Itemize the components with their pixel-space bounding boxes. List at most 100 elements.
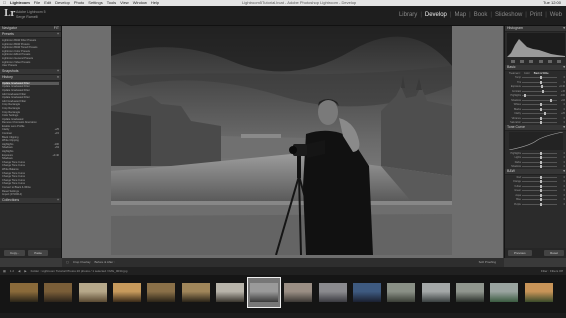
slider-track[interactable] [522,107,557,111]
source-path[interactable]: Folder : Lightroom Tutorial Photos 20 ph… [31,267,128,275]
slider-value[interactable]: 0 [558,189,565,192]
slider-value[interactable]: 0 [558,156,565,159]
slider-track[interactable] [522,180,557,184]
slider-knob[interactable] [539,76,542,80]
slider-value[interactable]: +25 [558,112,565,115]
slider-track[interactable] [522,116,557,120]
slider-track[interactable] [522,193,557,197]
slider-track[interactable] [522,189,557,193]
slider-knob[interactable] [539,80,542,84]
slider-knob[interactable] [542,89,545,93]
collapse-icon[interactable]: ▾ [563,65,565,70]
filmstrip-thumbnail[interactable] [488,278,520,307]
slider-track[interactable] [522,156,557,160]
reset-button[interactable]: Reset [544,250,564,256]
crop-overlay-label[interactable]: Crop Overlay [73,258,91,267]
slider-track[interactable] [522,85,557,89]
module-library[interactable]: Library [399,12,417,18]
forward-icon[interactable]: ▶ [24,267,26,275]
slider-value[interactable]: 0 [558,165,565,168]
loupe-icon[interactable]: ▢ [66,258,69,267]
slider-knob[interactable] [539,116,542,120]
slider-knob[interactable] [539,103,542,107]
slider-value[interactable]: 0 [558,152,565,155]
slider-value[interactable]: 0 [558,117,565,120]
slider-knob[interactable] [541,85,544,89]
slider-track[interactable] [522,184,557,188]
slider-value[interactable]: 0 [558,176,565,179]
photo-canvas[interactable] [111,26,452,255]
paste-button[interactable]: Paste [28,250,48,256]
slider-track[interactable] [522,76,557,80]
filmstrip-thumbnail[interactable] [180,278,212,307]
radial-filter-icon[interactable] [547,60,552,63]
slider-value[interactable]: 0 [558,203,565,206]
slider-value[interactable]: 0 [558,121,565,124]
slider-value[interactable]: 0 [558,161,565,164]
slider-value[interactable]: +15 [558,90,565,93]
spot-removal-icon[interactable] [519,60,524,63]
module-develop[interactable]: Develop [425,12,447,18]
slider-value[interactable]: 0 [558,194,565,197]
slider-value[interactable]: +63 [558,99,565,102]
add-preset-icon[interactable]: + [57,32,59,37]
slider-knob[interactable] [539,193,542,197]
filmstrip-thumbnail[interactable] [282,278,314,307]
page-numbers[interactable]: 1 2 [10,267,14,275]
collapse-icon[interactable]: ▾ [563,169,565,174]
filmstrip-thumbnail[interactable] [77,278,109,307]
slider-knob[interactable] [539,156,542,160]
slider-track[interactable] [522,80,557,84]
slider-track[interactable] [522,112,557,116]
slider-knob[interactable] [539,184,542,188]
slider-track[interactable] [522,198,557,202]
slider-value[interactable]: 0 [558,198,565,201]
slider-knob[interactable] [539,151,542,155]
red-eye-icon[interactable] [529,60,534,63]
filmstrip-thumbnail[interactable] [385,278,417,307]
slider-value[interactable]: -100 [558,94,565,97]
filmstrip-thumbnail[interactable] [42,278,74,307]
filmstrip-thumbnail[interactable] [8,278,40,307]
slider-knob[interactable] [539,160,542,164]
preset-folder[interactable]: User Presets [2,64,59,68]
tone-curve-graph[interactable] [508,131,564,151]
slider-knob[interactable] [539,165,542,169]
slider-track[interactable] [522,121,557,125]
graduated-filter-icon[interactable] [538,60,543,63]
slider-value[interactable]: 0 [558,180,565,183]
previous-button[interactable]: Previous [508,250,532,256]
histogram-header[interactable]: Histogram ▾ [505,26,566,32]
add-snapshot-icon[interactable]: + [57,69,59,74]
filmstrip-thumbnail[interactable] [145,278,177,307]
module-map[interactable]: Map [454,12,466,18]
slider-track[interactable] [522,202,557,206]
slider-knob[interactable] [539,180,542,184]
filmstrip-thumbnail[interactable] [454,278,486,307]
slider-track[interactable] [522,98,557,102]
collapse-icon[interactable]: ▾ [563,125,565,130]
navigator-zoom[interactable]: FIT [54,26,59,31]
filter-control[interactable]: Filter : Filters Off [541,267,563,275]
filter-value[interactable]: Filters Off [550,269,563,273]
treatment-color[interactable]: Color [524,72,530,75]
slider-knob[interactable] [543,112,546,116]
slider-knob[interactable] [539,175,542,179]
slider-track[interactable] [522,103,557,107]
module-slideshow[interactable]: Slideshow [495,12,522,18]
copy-button[interactable]: Copy... [4,250,26,256]
slider-knob[interactable] [523,94,526,98]
slider-knob[interactable] [539,121,542,125]
filmstrip-thumbnail[interactable] [523,278,555,307]
slider-value[interactable]: +0.40 [558,85,565,88]
filmstrip-thumbnail[interactable] [247,277,282,308]
adjustment-brush-icon[interactable] [557,60,562,63]
slider-track[interactable] [522,175,557,179]
collections-header[interactable]: Collections + [0,197,61,204]
tone-curve-header[interactable]: Tone Curve ▾ [505,125,566,131]
collapse-icon[interactable]: ▾ [563,26,565,31]
filmstrip-thumbnail[interactable] [111,278,143,307]
slider-knob[interactable] [539,202,542,206]
slider-value[interactable]: 0 [558,103,565,106]
slider-track[interactable] [522,160,557,164]
